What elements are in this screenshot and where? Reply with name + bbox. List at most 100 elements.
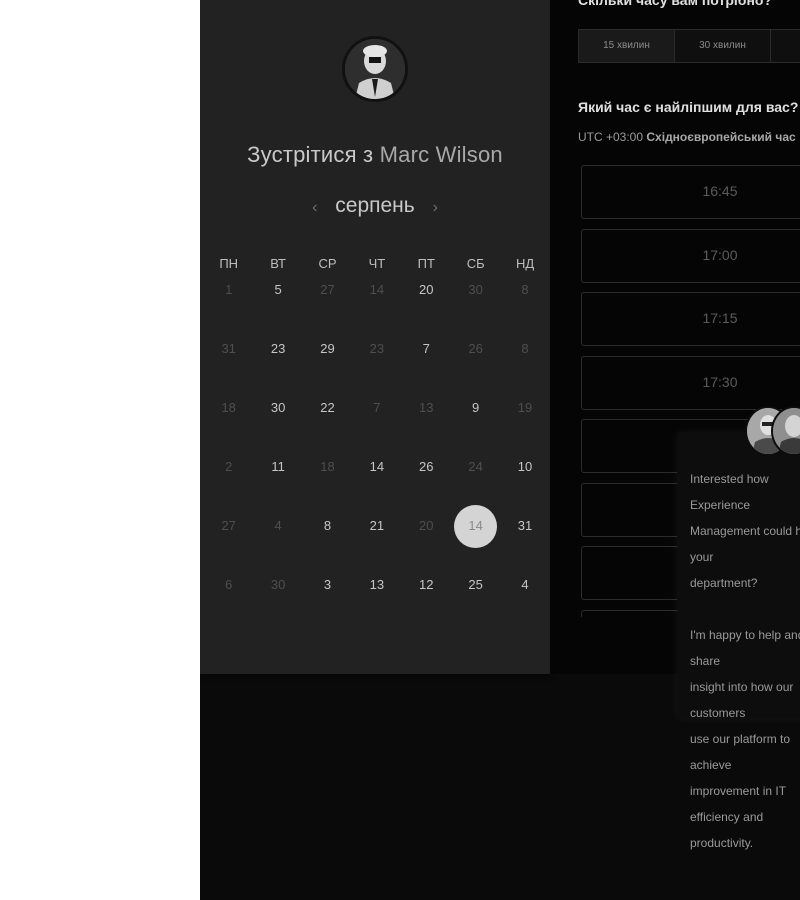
- day-number: 20: [419, 282, 434, 297]
- calendar-day: 23: [352, 339, 401, 359]
- calendar-day[interactable]: 20: [402, 280, 451, 300]
- day-number: 30: [468, 282, 483, 297]
- calendar-day: 31: [204, 339, 253, 359]
- duration-tabs: 15 хвилин 30 хвилин: [578, 29, 800, 63]
- time-slot-label: 17:30: [702, 373, 738, 390]
- day-number: 30: [270, 400, 286, 415]
- day-number: 25: [468, 577, 483, 592]
- calendar-day[interactable]: 4: [500, 575, 549, 595]
- day-number: 9: [472, 400, 480, 415]
- weekday-header: ПН ВТ СР ЧТ ПТ СБ НД: [204, 256, 550, 271]
- day-number: 8: [323, 518, 332, 533]
- day-number: 5: [274, 282, 282, 297]
- chat-message: Interested how Experience Management cou…: [690, 472, 800, 850]
- day-number: 12: [419, 577, 434, 592]
- day-number: 2: [225, 459, 233, 474]
- day-number: 10: [517, 459, 533, 474]
- calendar-day[interactable]: 12: [402, 575, 451, 595]
- weekday-label: ПТ: [417, 256, 435, 271]
- day-number: 8: [521, 341, 529, 356]
- calendar-day[interactable]: 9: [451, 398, 500, 418]
- weekday-label: ВТ: [270, 256, 286, 271]
- day-number: 14: [369, 282, 385, 297]
- calendar-day[interactable]: 31: [500, 516, 549, 536]
- calendar-day: 30: [451, 280, 500, 300]
- calendar-week-row: 2 11 18 14 26 24 10: [204, 457, 550, 477]
- calendar-day[interactable]: 22: [303, 398, 352, 418]
- day-number: 7: [422, 341, 430, 356]
- calendar-day: 30: [253, 575, 302, 595]
- day-number: 4: [521, 577, 529, 592]
- calendar-day: 13: [402, 398, 451, 418]
- time-slot-button[interactable]: 17:30: [581, 355, 800, 410]
- day-number: 4: [274, 518, 282, 533]
- day-number: 23: [270, 341, 286, 356]
- day-number: 19: [517, 400, 533, 415]
- calendar-day[interactable]: 10: [500, 457, 549, 477]
- calendar-week-row: 31 23 29 23 7 26 8: [204, 339, 550, 359]
- host-heading-prefix: Зустрітися з: [247, 142, 374, 167]
- weekday-label: НД: [515, 256, 535, 271]
- weekday-label: СР: [318, 256, 337, 271]
- time-slot-button[interactable]: 17:00: [581, 228, 800, 283]
- calendar-day[interactable]: 21: [352, 516, 401, 536]
- day-number: 26: [419, 459, 434, 474]
- timezone-label[interactable]: UTC +03:00 Східноєвропейський час: [578, 130, 796, 144]
- day-number: 20: [419, 518, 434, 533]
- chevron-right-icon[interactable]: ›: [421, 199, 450, 217]
- person-photo-icon: [345, 39, 405, 99]
- day-number: 24: [468, 459, 483, 474]
- time-slot-label: 16:45: [702, 183, 738, 199]
- calendar-day[interactable]: 23: [253, 339, 302, 359]
- calendar-day: 7: [352, 398, 401, 418]
- day-number: 11: [271, 459, 285, 474]
- duration-option[interactable]: [771, 30, 800, 62]
- time-heading: Який час є найліпшим для вас?: [578, 99, 799, 115]
- calendar-day[interactable]: 30: [253, 398, 302, 418]
- calendar-day[interactable]: 3: [303, 575, 352, 595]
- chat-popup[interactable]: Interested how Experience Management cou…: [677, 406, 800, 850]
- host-avatar: [342, 36, 408, 102]
- day-number: 14: [369, 459, 385, 474]
- calendar-day[interactable]: 25: [451, 575, 500, 595]
- day-number: 31: [221, 341, 236, 356]
- day-number: 6: [225, 577, 233, 592]
- month-navigator: ‹ серпень ›: [200, 194, 550, 218]
- day-number: 27: [221, 518, 236, 533]
- chevron-left-icon[interactable]: ‹: [300, 199, 329, 217]
- scheduler-app: Зустрітися з Marc Wilson ‹ серпень › ПН В…: [200, 0, 800, 900]
- day-number: 18: [320, 459, 335, 474]
- calendar-day[interactable]: 5: [253, 280, 302, 300]
- day-number: 14: [468, 518, 483, 533]
- calendar-day[interactable]: 11: [253, 457, 302, 477]
- calendar-day: 24: [451, 457, 500, 477]
- calendar-day[interactable]: 29: [303, 339, 352, 359]
- calendar-day: 20: [402, 516, 451, 536]
- duration-option[interactable]: 15 хвилин: [579, 30, 675, 62]
- calendar-day: 26: [451, 339, 500, 359]
- calendar-day[interactable]: 7: [402, 339, 451, 359]
- calendar-day[interactable]: 14: [352, 457, 401, 477]
- day-number: 27: [320, 282, 335, 297]
- calendar-day[interactable]: 13: [352, 575, 401, 595]
- calendar-day-selected[interactable]: 14: [451, 504, 500, 548]
- duration-heading: Скільки часу вам потрібно?: [578, 0, 773, 8]
- calendar-day: 18: [303, 457, 352, 477]
- calendar-panel: Зустрітися з Marc Wilson ‹ серпень › ПН В…: [200, 0, 550, 674]
- calendar-day: 27: [303, 280, 352, 300]
- calendar-day: 27: [204, 516, 253, 536]
- duration-option[interactable]: 30 хвилин: [675, 30, 771, 62]
- time-slot-label: 17:15: [702, 310, 738, 326]
- calendar-day[interactable]: 26: [402, 457, 451, 477]
- day-number: 1: [225, 282, 233, 297]
- time-slot-button[interactable]: 16:45: [581, 165, 800, 219]
- host-heading: Зустрітися з Marc Wilson: [200, 142, 550, 168]
- calendar-day: 2: [204, 457, 253, 477]
- calendar-day: 18: [204, 398, 253, 418]
- calendar-day[interactable]: 8: [303, 516, 352, 536]
- chat-avatars: [745, 406, 800, 456]
- day-number: 30: [270, 577, 286, 592]
- time-slot-button[interactable]: 17:15: [581, 292, 800, 346]
- day-number: 31: [517, 518, 533, 533]
- calendar-week-row: 27 4 8 21 20 14 31: [204, 504, 550, 548]
